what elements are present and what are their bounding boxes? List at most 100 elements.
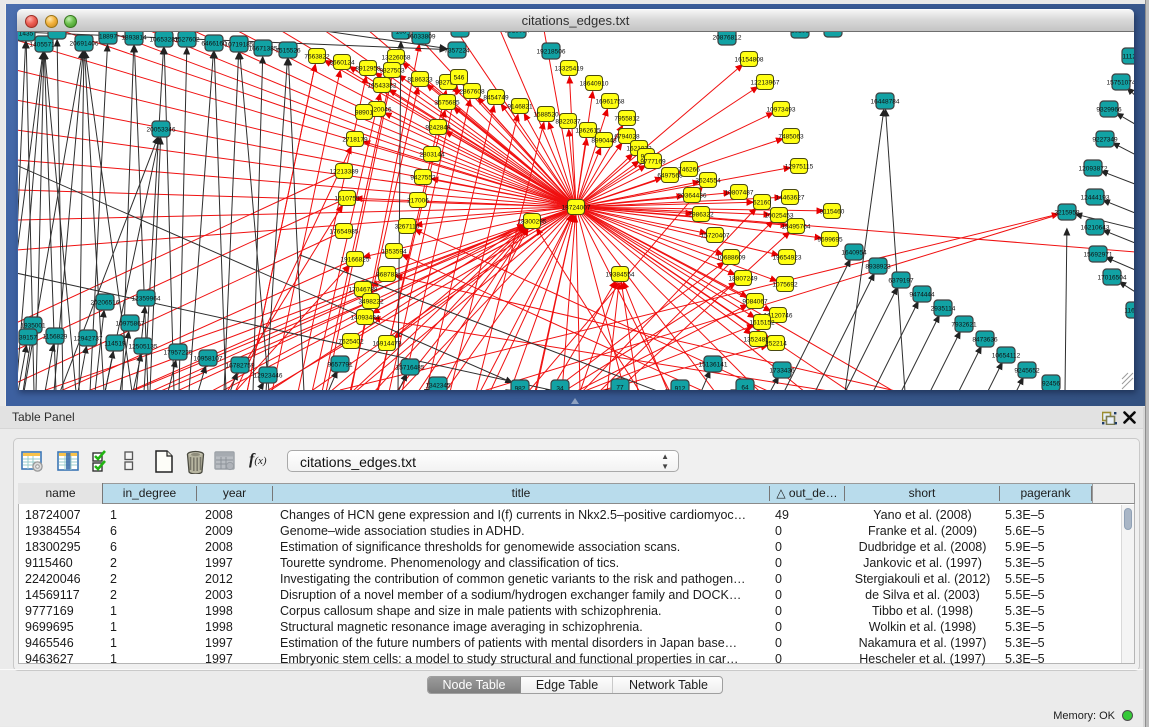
svg-text:6466160: 6466160 (201, 41, 227, 48)
svg-text:98901: 98901 (355, 110, 373, 117)
svg-text:1527602: 1527602 (174, 37, 200, 44)
svg-text:7986322: 7986322 (688, 212, 714, 219)
svg-text:19166825: 19166825 (341, 257, 370, 264)
svg-text:9023: 9023 (826, 32, 841, 34)
svg-text:9329966: 9329966 (1096, 107, 1122, 114)
svg-text:16961758: 16961758 (596, 99, 625, 106)
svg-text:1156829: 1156829 (43, 334, 68, 341)
svg-text:1353594: 1353594 (381, 249, 407, 256)
svg-text:1610755: 1610755 (334, 196, 360, 203)
svg-text:9084067: 9084067 (742, 299, 768, 306)
svg-text:116753: 116753 (1124, 308, 1134, 315)
svg-text:3624554: 3624554 (695, 178, 721, 185)
svg-text:8813054: 8813054 (504, 32, 530, 35)
svg-text:19654923: 19654923 (773, 255, 802, 262)
svg-text:16033809: 16033809 (407, 34, 436, 41)
svg-text:2718179: 2718179 (342, 137, 368, 144)
svg-text:10807487: 10807487 (725, 190, 754, 197)
svg-text:10975867: 10975867 (116, 321, 145, 328)
svg-text:16448784: 16448784 (871, 99, 900, 106)
svg-text:9777169: 9777169 (640, 159, 666, 166)
svg-text:10973493: 10973493 (767, 107, 796, 114)
svg-text:1733436: 1733436 (769, 368, 795, 375)
svg-text:20691406: 20691406 (70, 41, 99, 48)
svg-text:7955812: 7955812 (614, 116, 640, 123)
svg-text:9657791: 9657791 (327, 362, 353, 369)
svg-text:16671385: 16671385 (249, 46, 278, 53)
svg-text:18640910: 18640910 (580, 81, 609, 88)
svg-text:8912958: 8912958 (355, 66, 381, 73)
svg-text:20876812: 20876812 (713, 35, 742, 42)
svg-text:77: 77 (616, 385, 624, 391)
svg-text:1075692: 1075692 (772, 282, 798, 289)
svg-text:19384554: 19384554 (606, 272, 635, 279)
svg-text:39157: 39157 (19, 335, 37, 342)
svg-text:6794028: 6794028 (614, 134, 640, 141)
svg-text:20206516: 20206516 (91, 300, 120, 307)
svg-text:9699695: 9699695 (817, 237, 843, 244)
svg-text:217006: 217006 (407, 198, 429, 205)
svg-text:13325419: 13325419 (555, 66, 584, 73)
svg-text:12923446: 12923446 (254, 373, 283, 380)
svg-text:15716485: 15716485 (396, 365, 425, 372)
svg-text:20053346: 20053346 (147, 127, 176, 134)
svg-text:8186323: 8186323 (407, 77, 433, 84)
svg-text:2935114: 2935114 (931, 306, 956, 313)
svg-text:12213967: 12213967 (751, 80, 780, 87)
svg-text:3675685: 3675685 (434, 100, 460, 107)
svg-text:9327503: 9327503 (379, 68, 405, 75)
svg-text:8473636: 8473636 (972, 337, 998, 344)
svg-text:34: 34 (556, 386, 564, 391)
svg-text:868783: 868783 (376, 272, 398, 279)
svg-text:18300295: 18300295 (518, 219, 547, 226)
svg-text:16782759: 16782759 (226, 363, 255, 370)
svg-text:19218506: 19218506 (537, 49, 566, 56)
svg-text:9245652: 9245652 (1014, 368, 1040, 375)
svg-text:1615152: 1615152 (749, 320, 775, 327)
svg-text:15692971: 15692971 (1084, 252, 1113, 259)
svg-text:9115460: 9115460 (820, 209, 845, 216)
svg-text:7485063: 7485063 (778, 134, 804, 141)
svg-text:1342345: 1342345 (425, 383, 451, 390)
svg-text:16543382: 16543382 (368, 83, 397, 90)
svg-text:17046788: 17046788 (349, 287, 378, 294)
svg-text:9474444: 9474444 (909, 292, 935, 299)
svg-text:10688609: 10688609 (717, 255, 746, 262)
svg-text:2867608: 2867608 (459, 89, 485, 96)
svg-text:18495764: 18495764 (782, 224, 811, 231)
svg-text:18807249: 18807249 (729, 276, 758, 283)
svg-text:8990448: 8990448 (591, 138, 617, 145)
svg-text:8938923: 8938923 (865, 264, 891, 271)
svg-text:62160: 62160 (753, 200, 771, 207)
svg-text:7663822: 7663822 (304, 54, 330, 61)
svg-text:16210643: 16210643 (1081, 225, 1110, 232)
svg-text:252214: 252214 (765, 341, 787, 348)
svg-text:14463627: 14463627 (776, 195, 805, 202)
svg-text:9146821: 9146821 (507, 104, 533, 111)
svg-text:14093484: 14093484 (351, 315, 380, 322)
svg-text:12505135: 12505135 (129, 344, 158, 351)
svg-text:16914479: 16914479 (373, 341, 402, 348)
svg-text:160: 160 (396, 32, 407, 36)
svg-text:18231: 18231 (791, 32, 809, 35)
svg-text:1893814: 1893814 (121, 35, 147, 42)
svg-text:114519: 114519 (104, 341, 126, 348)
svg-text:10654112: 10654112 (992, 353, 1021, 360)
svg-text:546: 546 (454, 75, 465, 82)
svg-text:8322037: 8322037 (555, 119, 581, 126)
svg-text:15136141: 15136141 (699, 362, 728, 369)
svg-text:16154808: 16154808 (735, 57, 764, 64)
svg-text:1640954: 1640954 (841, 250, 867, 257)
svg-text:3267110: 3267110 (395, 224, 420, 231)
svg-text:10958107: 10958107 (194, 356, 223, 363)
svg-text:6379197: 6379197 (888, 278, 914, 285)
svg-text:8660124: 8660124 (329, 60, 355, 67)
svg-text:11123: 11123 (1122, 54, 1134, 61)
svg-text:18724007: 18724007 (562, 205, 591, 212)
svg-text:12359964: 12359964 (132, 296, 161, 303)
svg-text:12213389: 12213389 (330, 169, 359, 176)
svg-text:982: 982 (515, 386, 526, 391)
svg-text:15720407: 15720407 (701, 233, 730, 240)
svg-text:3215958: 3215958 (1054, 210, 1080, 217)
svg-text:12942737: 12942737 (74, 336, 103, 343)
